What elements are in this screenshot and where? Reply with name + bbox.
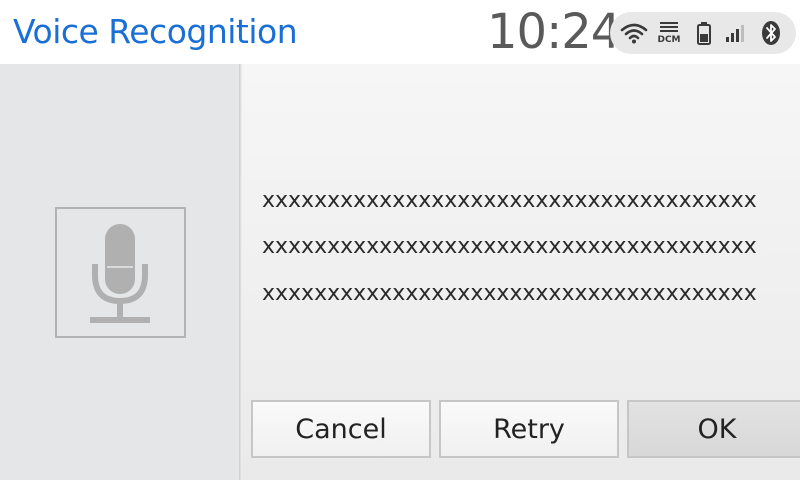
ok-button[interactable]: OK <box>627 400 800 458</box>
battery-icon <box>694 12 714 54</box>
message-line-2: xxxxxxxxxxxxxxxxxxxxxxxxxxxxxxxxxxxxxx <box>262 234 757 259</box>
cancel-button[interactable]: Cancel <box>251 400 431 458</box>
header-bar: Voice Recognition 10:24 DCM <box>0 0 800 64</box>
message-line-3: xxxxxxxxxxxxxxxxxxxxxxxxxxxxxxxxxxxxxx <box>262 281 757 306</box>
dcm-label: DCM <box>657 35 681 45</box>
status-bar: DCM <box>610 12 796 54</box>
microphone-icon <box>90 224 150 323</box>
voice-recognition-screen: Voice Recognition 10:24 DCM xxxxxxxxxxxx… <box>0 0 800 480</box>
message-line-1: xxxxxxxxxxxxxxxxxxxxxxxxxxxxxxxxxxxxxx <box>262 188 757 213</box>
dcm-icon: DCM <box>654 12 684 54</box>
microphone-box <box>55 207 186 338</box>
wifi-icon <box>618 12 650 54</box>
retry-button[interactable]: Retry <box>439 400 619 458</box>
bluetooth-icon <box>758 12 784 54</box>
clock: 10:24 <box>487 4 621 60</box>
signal-icon <box>722 12 748 54</box>
page-title: Voice Recognition <box>13 12 298 51</box>
